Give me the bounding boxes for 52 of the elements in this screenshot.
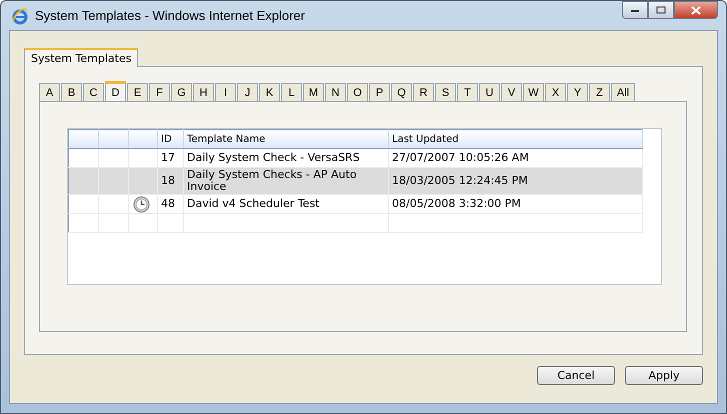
letter-tab[interactable]: L (281, 83, 302, 101)
letter-tab[interactable]: R (413, 83, 434, 101)
letter-tab[interactable]: Z (589, 83, 610, 101)
minimize-button[interactable] (622, 1, 648, 19)
letter-tab[interactable]: H (193, 83, 214, 101)
window-title: System Templates - Windows Internet Explorer (35, 8, 305, 23)
letter-tab[interactable]: M (303, 83, 324, 101)
letter-tab[interactable]: Y (567, 83, 588, 101)
letter-tab[interactable]: I (215, 83, 236, 101)
table-row[interactable]: 48 David v4 Scheduler Test 08/05/2008 3:32:00 PM (68, 194, 642, 214)
minimize-icon (630, 7, 640, 13)
table-cell: 48 (161, 197, 175, 210)
maximize-icon (656, 6, 666, 14)
table-cell: Daily System Check - VersaSRS (187, 151, 360, 164)
letter-tab[interactable]: F (149, 83, 170, 101)
letter-tab[interactable]: S (435, 83, 456, 101)
column-header: ID (161, 134, 172, 144)
letter-tab[interactable]: All (611, 83, 635, 101)
letter-tab[interactable]: B (61, 83, 82, 101)
close-button[interactable] (674, 1, 718, 19)
letter-tab[interactable]: A (39, 83, 60, 101)
letter-tab[interactable]: W (523, 83, 544, 101)
apply-button[interactable]: Apply (625, 366, 703, 385)
letter-tab[interactable]: N (325, 83, 346, 101)
close-icon (691, 6, 701, 14)
cancel-button[interactable]: Cancel (537, 366, 615, 385)
table-cell: 18/03/2005 12:24:45 PM (392, 174, 528, 187)
letter-tab[interactable]: C (83, 83, 104, 101)
letter-tab[interactable]: K (259, 83, 280, 101)
table-cell: 18 (161, 174, 175, 187)
letter-tab[interactable]: O (347, 83, 368, 101)
letter-tab[interactable]: D (105, 81, 126, 101)
table-row[interactable]: 18 Daily System Checks - AP Auto Invoice 18/03/2005 12:24:45 PM (68, 168, 642, 194)
table-cell: Daily System Checks - AP Auto Invoice (187, 168, 357, 193)
column-header: Last Updated (392, 134, 459, 144)
letter-tab[interactable]: V (501, 83, 522, 101)
letter-tab[interactable]: Q (391, 83, 412, 101)
letter-tab[interactable]: G (171, 83, 192, 101)
table-cell: 08/05/2008 3:32:00 PM (392, 197, 521, 210)
tab[interactable]: System Templates (24, 48, 138, 67)
table-cell: 27/07/2007 10:05:26 AM (392, 151, 529, 164)
letter-tab[interactable]: T (457, 83, 478, 101)
browser-logo-icon (11, 6, 29, 24)
letter-tab[interactable]: J (237, 83, 258, 101)
letter-tab[interactable]: U (479, 83, 500, 101)
maximize-button[interactable] (648, 1, 674, 19)
table-cell: 17 (161, 151, 175, 164)
table-cell: David v4 Scheduler Test (187, 197, 320, 210)
column-header: Template Name (187, 134, 266, 144)
letter-tab[interactable]: P (369, 83, 390, 101)
letter-tab[interactable]: E (127, 83, 148, 101)
letter-tab[interactable]: X (545, 83, 566, 101)
